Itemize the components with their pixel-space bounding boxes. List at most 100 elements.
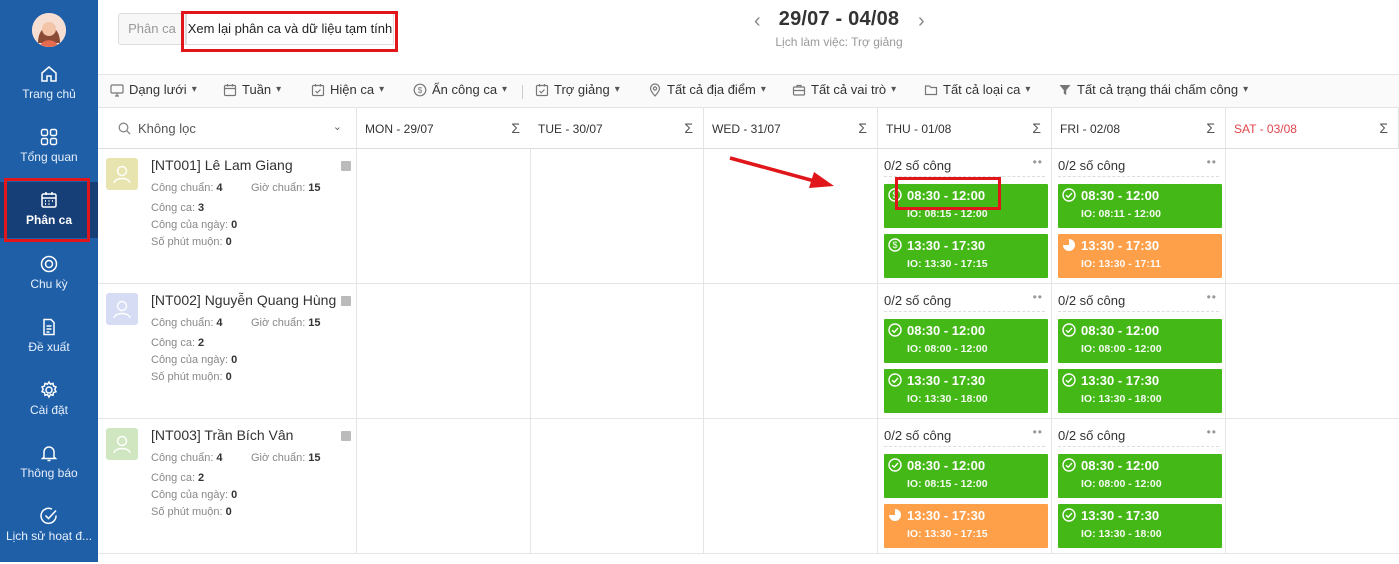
- avatar: [106, 293, 138, 325]
- sidebar-item-label: Phân ca: [25, 213, 73, 227]
- sidebar: Trang chủ Tổng quan Phân ca Chu kỳ Đề xu…: [0, 0, 98, 562]
- show-shift-dropdown[interactable]: Hiện ca ▾: [311, 82, 384, 97]
- sidebar-item-activity-history[interactable]: Lịch sử hoạt đ...: [0, 506, 98, 564]
- shift-types-dropdown[interactable]: Tất cả loại ca ▾: [924, 82, 1030, 97]
- employee-row: [NT002] Nguyễn Quang Hùng Công chuẩn: 4 Giờ…: [98, 284, 1399, 419]
- location-pin-icon: [649, 82, 661, 97]
- stat-label: Công của ngày:: [151, 489, 229, 501]
- shift-block[interactable]: $13:30 - 17:30 IO: 13:30 - 17:15: [884, 234, 1048, 278]
- shift-block[interactable]: 13:30 - 17:30 IO: 13:30 - 18:00: [884, 369, 1048, 413]
- day-cell-thu[interactable]: 0/2 số công •• 08:30 - 12:00 IO: 08:15 - 12…: [878, 419, 1052, 554]
- day-cell-tue[interactable]: [530, 419, 704, 554]
- shift-block[interactable]: 08:30 - 12:00 IO: 08:11 - 12:00: [1058, 184, 1222, 228]
- shift-block[interactable]: 13:30 - 17:30 IO: 13:30 - 18:00: [1058, 369, 1222, 413]
- employee-name[interactable]: [NT002] Nguyễn Quang Hùng: [151, 292, 336, 308]
- sigma-icon[interactable]: Σ: [858, 120, 867, 136]
- roles-dropdown[interactable]: Tất cả vai trò ▾: [792, 82, 896, 97]
- stat-value: 4: [216, 317, 223, 329]
- more-options-icon[interactable]: ••: [1207, 425, 1217, 439]
- day-cell-tue[interactable]: [530, 284, 704, 419]
- work-count: 0/2 số công: [1058, 158, 1126, 173]
- employee-filter-select[interactable]: Không lọc ⌄: [98, 108, 357, 149]
- day-cell-sat[interactable]: [1226, 284, 1399, 419]
- shift-block[interactable]: 08:30 - 12:00 IO: 08:15 - 12:00: [884, 454, 1048, 498]
- employee-name[interactable]: [NT003] Trần Bích Vân: [151, 427, 293, 443]
- day-cell-fri[interactable]: 0/2 số công •• 08:30 - 12:00 IO: 08:00 - 12…: [1052, 284, 1226, 419]
- dropdown-toggle-icon[interactable]: [341, 161, 351, 171]
- shift-io: IO: 08:15 - 12:00: [907, 208, 988, 220]
- sidebar-item-notifications[interactable]: Thông báo: [0, 443, 98, 501]
- day-cell-thu[interactable]: 0/2 số công •• 08:30 - 12:00 IO: 08:00 - 12…: [878, 284, 1052, 419]
- attendance-status-dropdown[interactable]: Tất cả trạng thái chấm công ▾: [1058, 82, 1248, 97]
- sigma-icon[interactable]: Σ: [1206, 120, 1215, 136]
- tab-shift[interactable]: Phân ca: [118, 13, 186, 45]
- day-cell-mon[interactable]: [357, 149, 531, 284]
- stat-label: Công chuẩn:: [151, 452, 214, 464]
- check-circle-icon: [1062, 458, 1076, 472]
- sigma-icon[interactable]: Σ: [511, 120, 520, 136]
- more-options-icon[interactable]: ••: [1207, 290, 1217, 304]
- user-avatar[interactable]: [32, 13, 66, 47]
- day-cell-mon[interactable]: [357, 284, 531, 419]
- role-dropdown[interactable]: Trợ giảng ▾: [535, 82, 620, 97]
- calendar-check-icon: [311, 83, 325, 96]
- stat-value: 0: [225, 371, 232, 383]
- shift-block[interactable]: 08:30 - 12:00 IO: 08:00 - 12:00: [884, 319, 1048, 363]
- day-cell-fri[interactable]: 0/2 số công •• 08:30 - 12:00 IO: 08:11 - 12…: [1052, 149, 1226, 284]
- day-cell-wed[interactable]: [704, 419, 878, 554]
- dropdown-toggle-icon[interactable]: [341, 431, 351, 441]
- more-options-icon[interactable]: ••: [1033, 155, 1043, 169]
- stat-value: 3: [198, 202, 205, 214]
- employee-name[interactable]: [NT001] Lê Lam Giang: [151, 157, 293, 173]
- sidebar-item-home[interactable]: Trang chủ: [0, 64, 98, 122]
- sidebar-item-shift[interactable]: Phân ca: [0, 182, 98, 238]
- day-cell-wed[interactable]: [704, 284, 878, 419]
- day-cell-tue[interactable]: [530, 149, 704, 284]
- sigma-icon[interactable]: Σ: [1032, 120, 1041, 136]
- sigma-icon[interactable]: Σ: [684, 120, 693, 136]
- tab-review-shift-data[interactable]: Xem lại phân ca và dữ liệu tạm tính: [186, 13, 394, 45]
- work-count: 0/2 số công: [884, 158, 952, 173]
- calendar-icon: [41, 192, 57, 208]
- date-range: 29/07 - 04/08: [778, 8, 900, 30]
- gear-icon: [40, 380, 58, 399]
- sidebar-item-proposal[interactable]: Đề xuất: [0, 317, 98, 375]
- user-icon: [113, 435, 131, 454]
- sidebar-item-cycle[interactable]: Chu kỳ: [0, 254, 98, 312]
- day-cell-sat[interactable]: [1226, 419, 1399, 554]
- day-cell-fri[interactable]: 0/2 số công •• 08:30 - 12:00 IO: 08:00 - 12…: [1052, 419, 1226, 554]
- day-cell-thu[interactable]: 0/2 số công •• $08:30 - 12:00 IO: 08:15 - 1…: [878, 149, 1052, 284]
- shift-block[interactable]: 08:30 - 12:00 IO: 08:00 - 12:00: [1058, 319, 1222, 363]
- stat-label: Công của ngày:: [151, 354, 229, 366]
- schedule-label: Lịch làm việc: Trợ giảng: [775, 35, 903, 49]
- shift-io: IO: 13:30 - 18:00: [1081, 528, 1162, 540]
- day-cell-mon[interactable]: [357, 419, 531, 554]
- locations-dropdown[interactable]: Tất cả địa điểm ▾: [648, 82, 766, 97]
- dollar-circle-icon: $: [888, 188, 902, 202]
- sigma-icon[interactable]: Σ: [1379, 120, 1388, 136]
- standard-hours-stat: Giờ chuẩn: 15: [251, 452, 321, 464]
- more-options-icon[interactable]: ••: [1033, 425, 1043, 439]
- hide-work-dropdown[interactable]: $ Ẩn công ca ▾: [413, 82, 507, 97]
- shift-time: 08:30 - 12:00: [1081, 188, 1160, 203]
- shift-block[interactable]: $08:30 - 12:00 IO: 08:15 - 12:00: [884, 184, 1048, 228]
- shift-block[interactable]: 13:30 - 17:30 IO: 13:30 - 17:11: [1058, 234, 1222, 278]
- more-options-icon[interactable]: ••: [1207, 155, 1217, 169]
- view-mode-dropdown[interactable]: Dạng lưới ▾: [110, 82, 197, 97]
- period-dropdown[interactable]: Tuần ▾: [223, 82, 281, 97]
- shift-block[interactable]: 13:30 - 17:30 IO: 13:30 - 17:15: [884, 504, 1048, 548]
- day-cell-sat[interactable]: [1226, 149, 1399, 284]
- divider: [1058, 446, 1219, 447]
- next-week-button[interactable]: ›: [918, 10, 925, 33]
- sidebar-item-settings[interactable]: Cài đặt: [0, 380, 98, 438]
- shift-io: IO: 13:30 - 18:00: [1081, 393, 1162, 405]
- stat-label: Giờ chuẩn:: [251, 317, 306, 329]
- more-options-icon[interactable]: ••: [1033, 290, 1043, 304]
- dropdown-toggle-icon[interactable]: [341, 296, 351, 306]
- shift-block[interactable]: 08:30 - 12:00 IO: 08:00 - 12:00: [1058, 454, 1222, 498]
- sidebar-item-overview[interactable]: Tổng quan: [0, 127, 98, 185]
- attendance-status-label: Tất cả trạng thái chấm công: [1077, 82, 1239, 97]
- shift-block[interactable]: 13:30 - 17:30 IO: 13:30 - 18:00: [1058, 504, 1222, 548]
- search-icon: [118, 122, 131, 135]
- date-navigator: 29/07 - 04/08 Lịch làm việc: Trợ giảng: [754, 8, 924, 49]
